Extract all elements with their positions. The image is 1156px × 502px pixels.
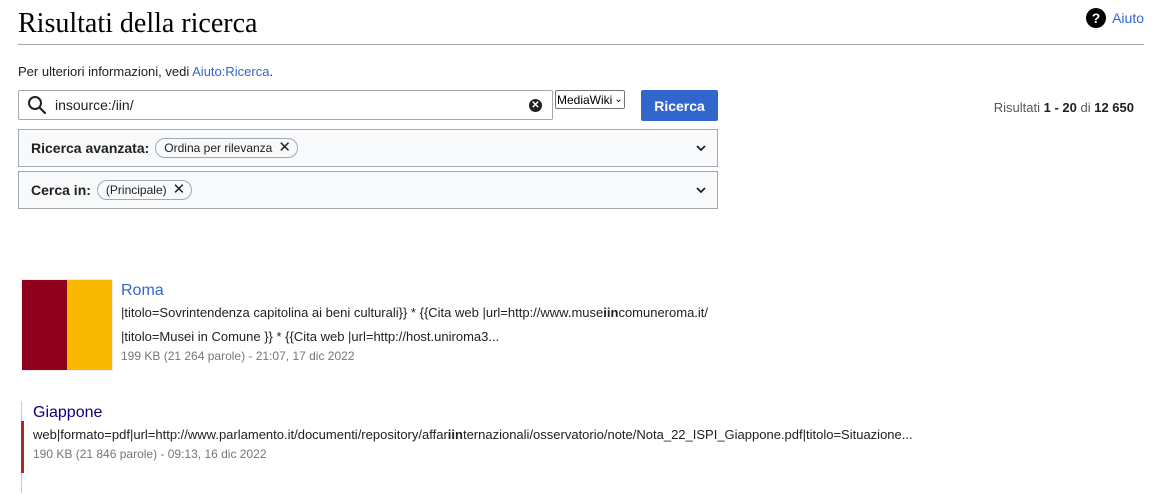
close-icon[interactable]: ✕ [173, 182, 186, 197]
search-in-label: Cerca in: [31, 182, 91, 198]
result-title[interactable]: Giappone [33, 404, 102, 421]
snippet-text: |titolo=Musei in Comune }} * {{Cita web … [121, 329, 500, 344]
chevron-down-icon[interactable] [695, 184, 707, 196]
profile-select-value: MediaWiki [557, 92, 613, 107]
snippet-text: |titolo=Sovrintendenza capitolina ai ben… [121, 305, 604, 320]
result-snippet: |titolo=Sovrintendenza capitolina ai ben… [121, 301, 708, 349]
page-title: Risultati della ricerca [18, 8, 1144, 45]
help-icon: ? [1086, 8, 1107, 28]
sort-chip-label: Ordina per rilevanza [164, 141, 273, 155]
search-icon [28, 96, 47, 115]
help-link[interactable]: ? Aiuto [1086, 8, 1144, 28]
namespace-chip-label: (Principale) [105, 183, 167, 197]
info-line: Per ulteriori informazioni, vedi Aiuto:R… [18, 64, 273, 79]
flag-stripe-right [67, 280, 112, 370]
advanced-search-panel[interactable]: Ricerca avanzata: Ordina per rilevanza ✕ [18, 129, 718, 167]
help-label: Aiuto [1112, 10, 1144, 26]
chevron-down-icon[interactable] [695, 142, 707, 154]
search-button[interactable]: Ricerca [641, 90, 718, 121]
snippet-match: iin [603, 305, 619, 320]
results-count-of: di [1076, 100, 1095, 115]
info-prefix: Per ulteriori informazioni, vedi [18, 64, 193, 79]
result-side-bar [21, 401, 25, 493]
help-search-link[interactable]: Aiuto:Ricerca [192, 64, 269, 79]
results-count-prefix: Risultati [993, 100, 1044, 115]
advanced-search-label: Ricerca avanzata: [31, 140, 150, 156]
result-meta: 199 KB (21 264 parole) - 21:07, 17 dic 2… [121, 349, 355, 363]
snippet-text: ternazionali/osservatorio/note/Nota_22_I… [462, 427, 913, 442]
result-meta: 190 KB (21 846 parole) - 09:13, 16 dic 2… [33, 447, 267, 461]
result-snippet: web|formato=pdf|url=http://www.parlament… [33, 423, 913, 447]
clear-icon[interactable]: ✕ [529, 98, 542, 112]
profile-select[interactable]: MediaWiki ⌄ [555, 90, 625, 109]
namespace-chip[interactable]: (Principale) ✕ [96, 180, 193, 200]
search-result: Giappone web|formato=pdf|url=http://www.… [33, 404, 913, 461]
snippet-text: comuneroma.it/ [618, 305, 709, 320]
result-title[interactable]: Roma [121, 282, 164, 299]
search-result: Roma |titolo=Sovrintendenza capitolina a… [121, 282, 708, 363]
chevron-down-icon: ⌄ [614, 94, 623, 105]
sort-chip[interactable]: Ordina per rilevanza ✕ [155, 138, 298, 158]
result-thumbnail[interactable] [21, 279, 113, 371]
results-total: 12 650 [1094, 100, 1134, 115]
snippet-match: iin [447, 427, 463, 442]
search-input[interactable] [53, 96, 529, 114]
close-icon[interactable]: ✕ [278, 140, 291, 155]
info-suffix: . [269, 64, 274, 79]
flag-stripe-left [22, 280, 67, 370]
search-box[interactable]: ✕ [18, 90, 553, 120]
results-count: Risultati 1 - 20 di 12 650 [994, 100, 1134, 115]
search-in-panel[interactable]: Cerca in: (Principale) ✕ [18, 171, 718, 209]
snippet-text: web|formato=pdf|url=http://www.parlament… [33, 427, 448, 442]
results-range: 1 - 20 [1043, 100, 1077, 115]
side-bar-highlight [21, 421, 24, 473]
